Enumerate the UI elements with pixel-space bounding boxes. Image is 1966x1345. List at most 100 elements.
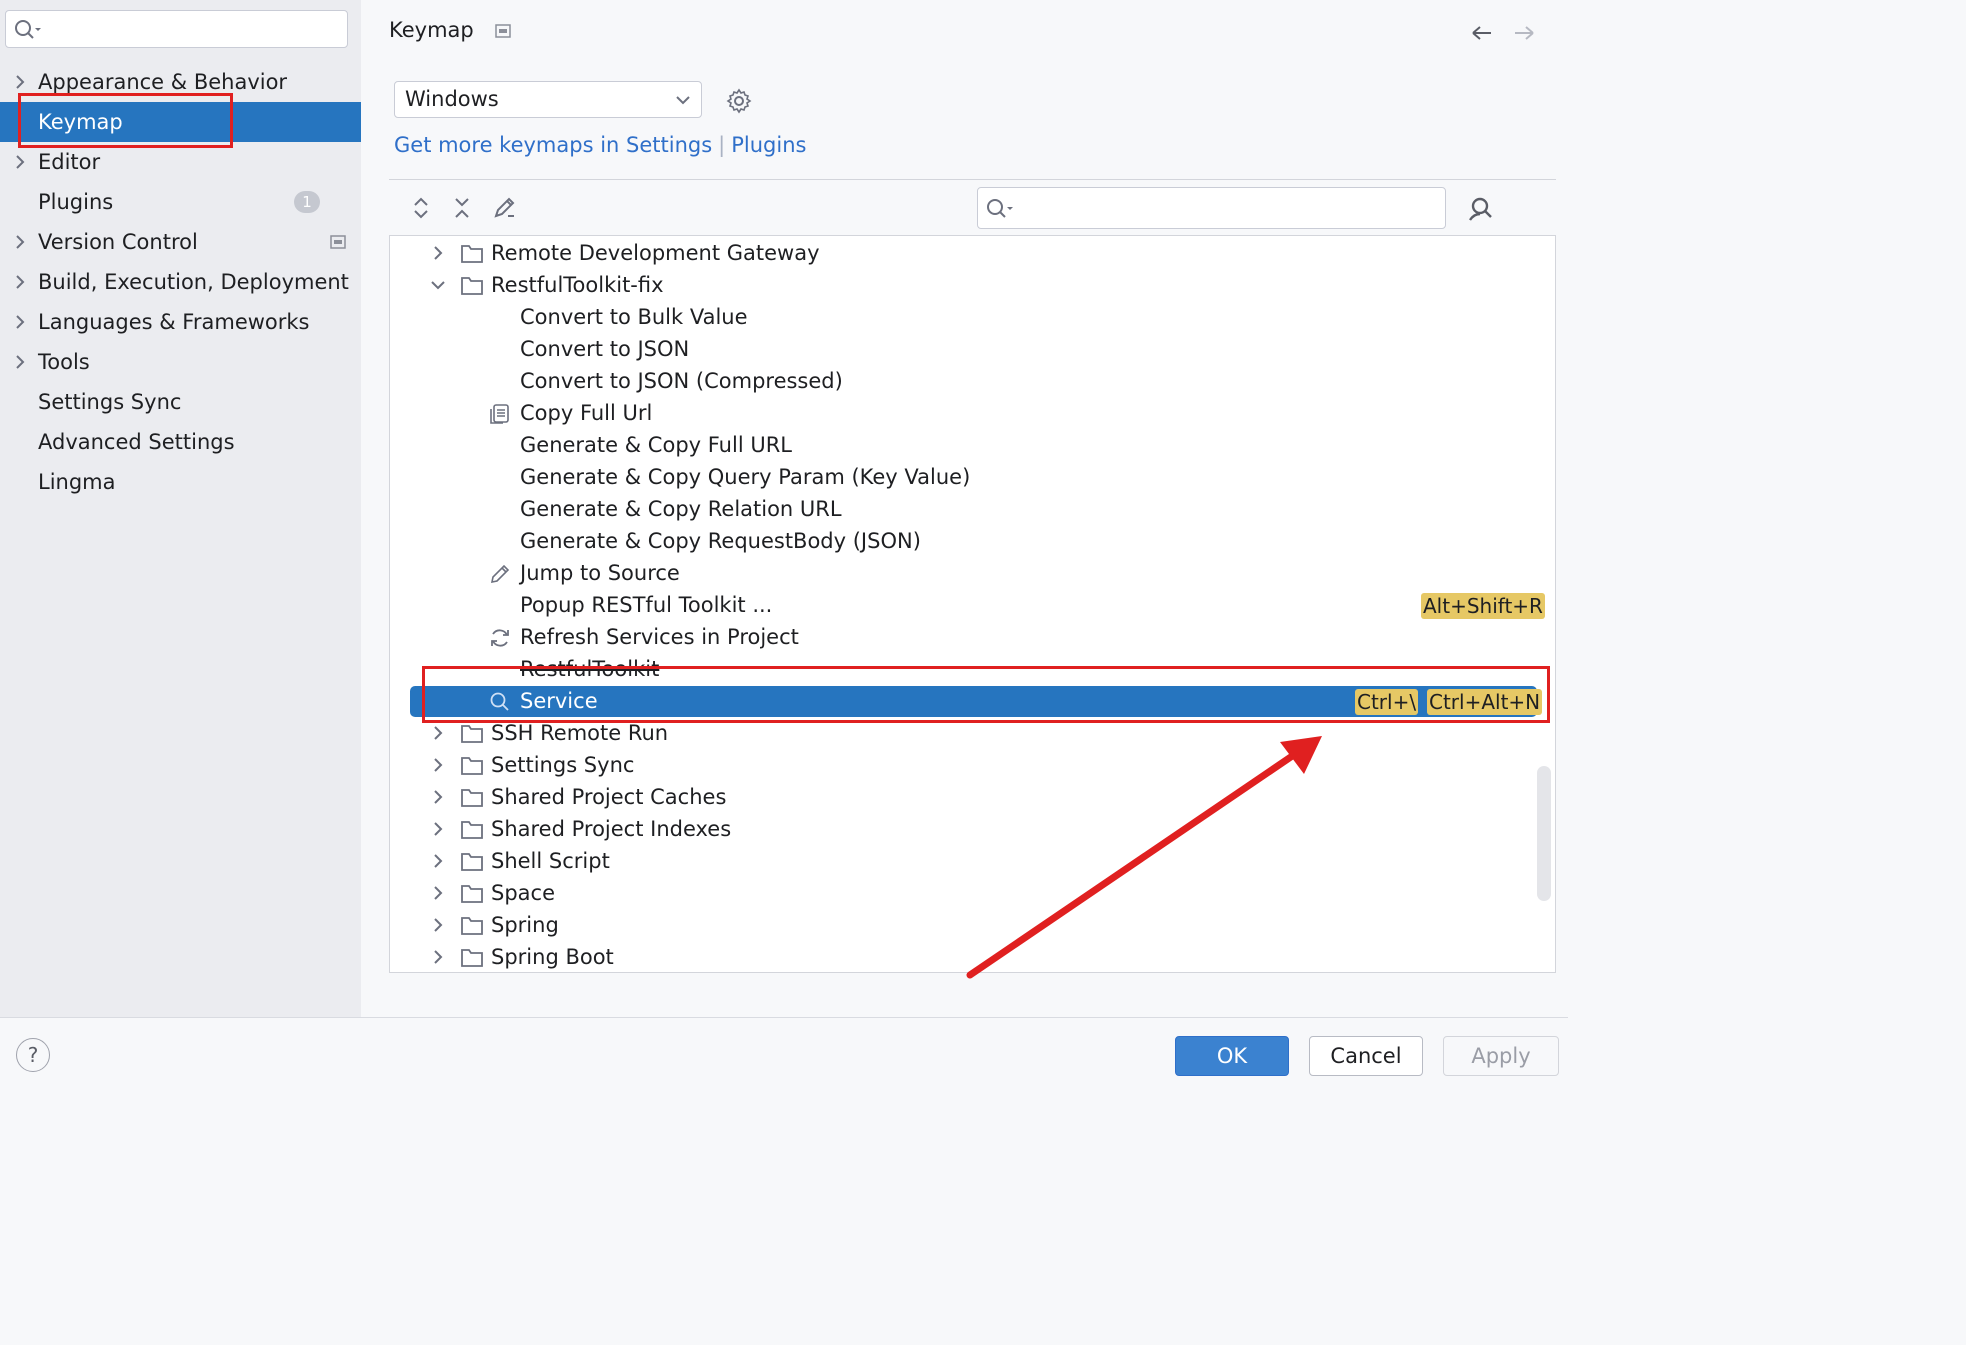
tree-item-label: Settings Sync — [491, 753, 635, 777]
chevron-right-icon — [16, 235, 25, 249]
shortcut-badge: Alt+Shift+R — [1421, 593, 1545, 619]
tree-item-label: Generate & Copy Full URL — [520, 433, 792, 457]
tree-item-label: RestfulToolkit — [520, 657, 660, 681]
tree-item-label: Convert to Bulk Value — [520, 305, 748, 329]
tree-folder-row[interactable]: Remote Development Gateway — [390, 237, 1537, 269]
tree-folder-row[interactable]: RestfulToolkit-fix — [390, 269, 1537, 301]
chevron-right-icon — [16, 315, 25, 329]
sidebar-item-settings-sync[interactable]: Settings Sync — [0, 382, 361, 422]
chevron-right-icon — [16, 155, 25, 169]
folder-icon — [461, 853, 483, 871]
get-more-keymaps-link[interactable]: Get more keymaps in Settings — [394, 133, 712, 157]
tree-action-row[interactable]: Popup RESTful Toolkit ... Alt+Shift+R — [390, 589, 1545, 621]
chevron-right-icon — [16, 275, 25, 289]
chevron-right-icon[interactable] — [428, 243, 448, 263]
plugins-update-badge: 1 — [294, 191, 320, 213]
tree-item-label: Convert to JSON (Compressed) — [520, 369, 843, 393]
tree-action-row[interactable]: Refresh Services in Project — [390, 621, 1537, 653]
chevron-right-icon[interactable] — [428, 819, 448, 839]
tree-action-row[interactable]: Generate & Copy Query Param (Key Value) — [390, 461, 1537, 493]
ok-button[interactable]: OK — [1175, 1036, 1289, 1076]
pencil-icon — [490, 564, 510, 584]
tree-action-row[interactable]: Convert to JSON (Compressed) — [390, 365, 1537, 397]
refresh-icon — [491, 629, 509, 647]
settings-sidebar: Appearance & Behavior Keymap Editor Plug… — [0, 0, 361, 1017]
settings-search-input[interactable] — [5, 10, 348, 48]
sidebar-item-label: Lingma — [38, 470, 116, 494]
tree-item-label: Service — [520, 689, 598, 713]
chevron-down-icon[interactable] — [428, 275, 448, 295]
chevron-right-icon[interactable] — [428, 883, 448, 903]
sidebar-item-keymap[interactable]: Keymap — [0, 102, 361, 142]
find-by-shortcut-icon[interactable] — [1466, 194, 1496, 224]
annotation-arrow — [966, 736, 1322, 979]
search-icon — [490, 692, 509, 711]
sidebar-item-label: Languages & Frameworks — [38, 310, 310, 334]
help-button[interactable]: ? — [16, 1038, 50, 1072]
tree-item-label: Jump to Source — [520, 561, 680, 585]
sidebar-item-label: Keymap — [38, 110, 123, 134]
cancel-button[interactable]: Cancel — [1309, 1036, 1423, 1076]
sidebar-item-lingma[interactable]: Lingma — [0, 462, 361, 502]
sidebar-item-build-execution-deployment[interactable]: Build, Execution, Deployment — [0, 262, 361, 302]
forward-arrow-icon[interactable] — [1511, 20, 1537, 46]
sidebar-item-editor[interactable]: Editor — [0, 142, 361, 182]
sidebar-item-appearance-behavior[interactable]: Appearance & Behavior — [0, 62, 361, 102]
sidebar-item-tools[interactable]: Tools — [0, 342, 361, 382]
sidebar-item-label: Editor — [38, 150, 101, 174]
tree-action-row[interactable]: Generate & Copy Relation URL — [390, 493, 1537, 525]
keymap-dropdown[interactable]: Windows — [394, 81, 702, 118]
folder-icon — [461, 277, 483, 295]
page-title: Keymap — [389, 18, 474, 42]
collapse-all-icon[interactable] — [448, 194, 476, 222]
tree-item-label: Shared Project Caches — [491, 785, 727, 809]
sidebar-item-label: Plugins — [38, 190, 114, 214]
tree-action-row[interactable]: RestfulToolkit — [390, 653, 1537, 685]
edit-shortcut-icon[interactable] — [490, 194, 518, 222]
search-icon — [15, 20, 41, 39]
sidebar-item-languages-frameworks[interactable]: Languages & Frameworks — [0, 302, 361, 342]
search-icon — [987, 199, 1013, 218]
keymap-dropdown-value: Windows — [405, 87, 499, 111]
tree-action-row[interactable]: Generate & Copy Full URL — [390, 429, 1537, 461]
sidebar-item-label: Settings Sync — [38, 390, 182, 414]
tree-action-row[interactable]: Convert to JSON — [390, 333, 1537, 365]
expand-all-icon[interactable] — [407, 194, 435, 222]
chevron-right-icon[interactable] — [428, 755, 448, 775]
tree-action-row[interactable]: Convert to Bulk Value — [390, 301, 1537, 333]
folder-icon — [461, 725, 483, 743]
sidebar-item-advanced-settings[interactable]: Advanced Settings — [0, 422, 361, 462]
folder-icon — [461, 949, 483, 967]
tree-action-row-selected[interactable]: Service Ctrl+\ Ctrl+Alt+N — [390, 685, 1543, 717]
chevron-right-icon[interactable] — [428, 851, 448, 871]
folder-icon — [461, 789, 483, 807]
apply-button[interactable]: Apply — [1443, 1036, 1559, 1076]
sidebar-item-label: Tools — [38, 350, 90, 374]
back-arrow-icon[interactable] — [1469, 20, 1495, 46]
tree-item-label: RestfulToolkit-fix — [491, 273, 664, 297]
tree-item-label: SSH Remote Run — [491, 721, 669, 745]
tree-action-row[interactable]: Generate & Copy RequestBody (JSON) — [390, 525, 1537, 557]
chevron-right-icon[interactable] — [428, 723, 448, 743]
sidebar-item-version-control[interactable]: Version Control — [0, 222, 361, 262]
shortcut-badge: Ctrl+Alt+N — [1427, 689, 1543, 715]
tree-item-label: Spring — [491, 913, 559, 937]
divider — [389, 179, 1556, 180]
chevron-right-icon[interactable] — [428, 915, 448, 935]
tree-item-label: Space — [491, 881, 555, 905]
tree-action-row[interactable]: Jump to Source — [390, 557, 1537, 589]
folder-icon — [461, 917, 483, 935]
chevron-right-icon[interactable] — [428, 787, 448, 807]
sidebar-item-label: Appearance & Behavior — [38, 70, 288, 94]
tree-item-label: Shell Script — [491, 849, 610, 873]
action-search-input[interactable] — [977, 187, 1446, 229]
folder-icon — [461, 885, 483, 903]
plugins-link[interactable]: Plugins — [731, 133, 806, 157]
tree-scrollbar[interactable] — [1537, 766, 1551, 901]
sidebar-item-plugins[interactable]: Plugins 1 — [0, 182, 361, 222]
links-separator: | — [718, 133, 726, 157]
gear-icon[interactable] — [725, 87, 753, 115]
tree-action-row[interactable]: Copy Full Url — [390, 397, 1537, 429]
chevron-right-icon[interactable] — [428, 947, 448, 967]
tree-item-label: Remote Development Gateway — [491, 241, 820, 265]
